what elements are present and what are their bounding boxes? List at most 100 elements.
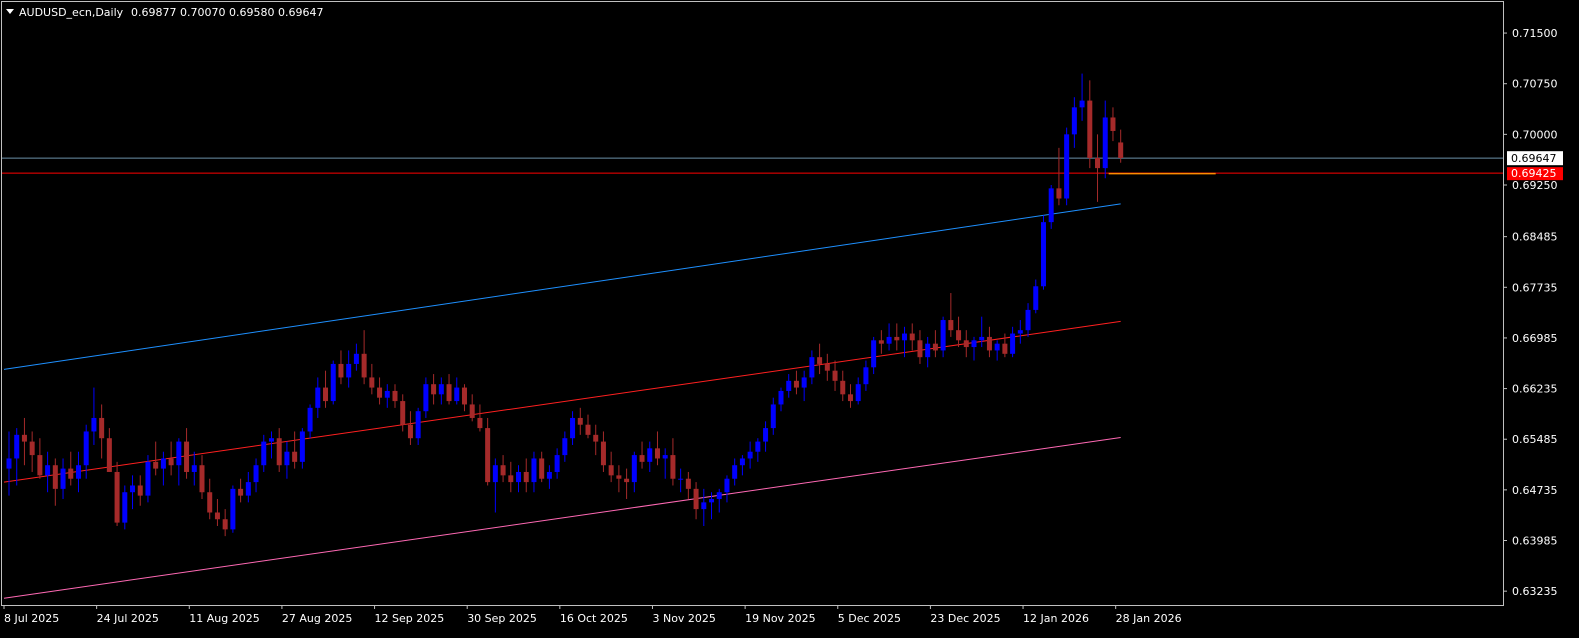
candle-body (971, 340, 977, 348)
candle-body (1040, 222, 1046, 287)
candle-body (1017, 330, 1023, 334)
candle-body (1079, 100, 1085, 108)
candle-body (1087, 100, 1093, 158)
candle-body (631, 455, 637, 483)
candle-body (639, 455, 645, 462)
candle-body (709, 498, 715, 503)
candle-body (739, 458, 745, 466)
candle-body (14, 434, 20, 459)
x-tick-label: 23 Dec 2025 (930, 612, 1000, 625)
y-tick-label: 0.66235 (1512, 383, 1558, 396)
candle-body (956, 330, 962, 341)
candle-body (137, 485, 143, 496)
candle (230, 485, 236, 533)
candle-body (330, 363, 336, 402)
candle-body (554, 455, 560, 472)
candle-body (516, 471, 522, 483)
candle-body (361, 353, 367, 378)
candle-body (168, 458, 174, 466)
x-tick-label: 24 Jul 2025 (97, 612, 159, 625)
candle-body (693, 488, 699, 510)
candle-body (276, 438, 282, 466)
candle-body (932, 343, 938, 351)
candle (485, 417, 491, 486)
candle-body (99, 417, 105, 439)
candle-body (685, 478, 691, 489)
candle-body (732, 465, 738, 479)
candle-body (122, 492, 128, 523)
candle-body (315, 387, 321, 408)
candle-body (29, 441, 35, 456)
candle-body (423, 384, 429, 412)
candle (1064, 127, 1070, 206)
candle-body (662, 455, 668, 459)
candle-body (438, 384, 444, 395)
symbol-label: AUDUSD_ecn,Daily (19, 6, 124, 19)
candle-body (917, 340, 923, 358)
candle-body (963, 340, 969, 348)
candle-body (600, 441, 606, 466)
candle-body (678, 478, 684, 480)
candle-body (531, 458, 537, 483)
candle-body (670, 455, 676, 479)
candle-body (21, 434, 27, 442)
candle-body (145, 461, 151, 496)
candle-body (793, 380, 799, 388)
candle-body (1056, 188, 1062, 199)
chart-root: 0.71500 0.70750 0.70000 0.69250 0.68485 0.677… (0, 0, 1579, 634)
y-tick-label: 0.63235 (1512, 585, 1558, 598)
candle-body (184, 441, 190, 472)
candle-body (755, 441, 761, 452)
candle-body (485, 428, 491, 483)
candle-body (60, 468, 66, 489)
candle-body (214, 512, 220, 520)
candle-body (763, 428, 769, 442)
candle-body (624, 478, 630, 483)
x-tick-label: 11 Aug 2025 (189, 612, 259, 625)
candle-body (940, 320, 946, 351)
candle-body (492, 465, 498, 483)
candle-body (1118, 142, 1124, 158)
candle-body (346, 363, 352, 378)
candle-body (369, 377, 375, 388)
candle-body (199, 465, 205, 493)
candle-body (446, 384, 452, 402)
level-price-label: 0.69425 (1511, 167, 1557, 180)
candle-body (523, 471, 529, 483)
candle-body (878, 340, 884, 344)
candle-body (106, 438, 112, 472)
candle-body (654, 448, 660, 459)
y-tick-label: 0.71500 (1512, 27, 1558, 40)
candle-body (176, 441, 182, 466)
candle-body (948, 320, 954, 331)
candle-body (855, 384, 861, 402)
candle-body (75, 465, 81, 479)
candle-body (153, 461, 159, 469)
x-tick-label: 5 Dec 2025 (838, 612, 901, 625)
candle-body (986, 336, 992, 351)
x-tick-label: 3 Nov 2025 (652, 612, 715, 625)
candle-body (593, 434, 599, 442)
candle-body (716, 492, 722, 499)
candle-body (925, 343, 931, 358)
candle-body (577, 417, 583, 425)
candle-body (222, 519, 228, 530)
candle-body (724, 478, 730, 493)
candle-body (253, 465, 259, 483)
candle-body (299, 431, 305, 462)
candle-body (377, 387, 383, 398)
price-chart[interactable]: 0.71500 0.70750 0.70000 0.69250 0.68485 0.677… (0, 0, 1579, 634)
candle-body (994, 343, 1000, 351)
x-tick-label: 28 Jan 2026 (1116, 612, 1182, 625)
candle-body (461, 387, 467, 405)
candle-body (37, 455, 43, 476)
candle-body (68, 468, 74, 479)
candle-body (570, 417, 576, 439)
candle-body (909, 333, 915, 341)
candle-body (778, 390, 784, 405)
candle-body (608, 465, 614, 476)
candle-body (1002, 343, 1008, 354)
candle-body (747, 451, 753, 459)
candle-body (1064, 134, 1070, 199)
y-tick-label: 0.65485 (1512, 433, 1558, 446)
